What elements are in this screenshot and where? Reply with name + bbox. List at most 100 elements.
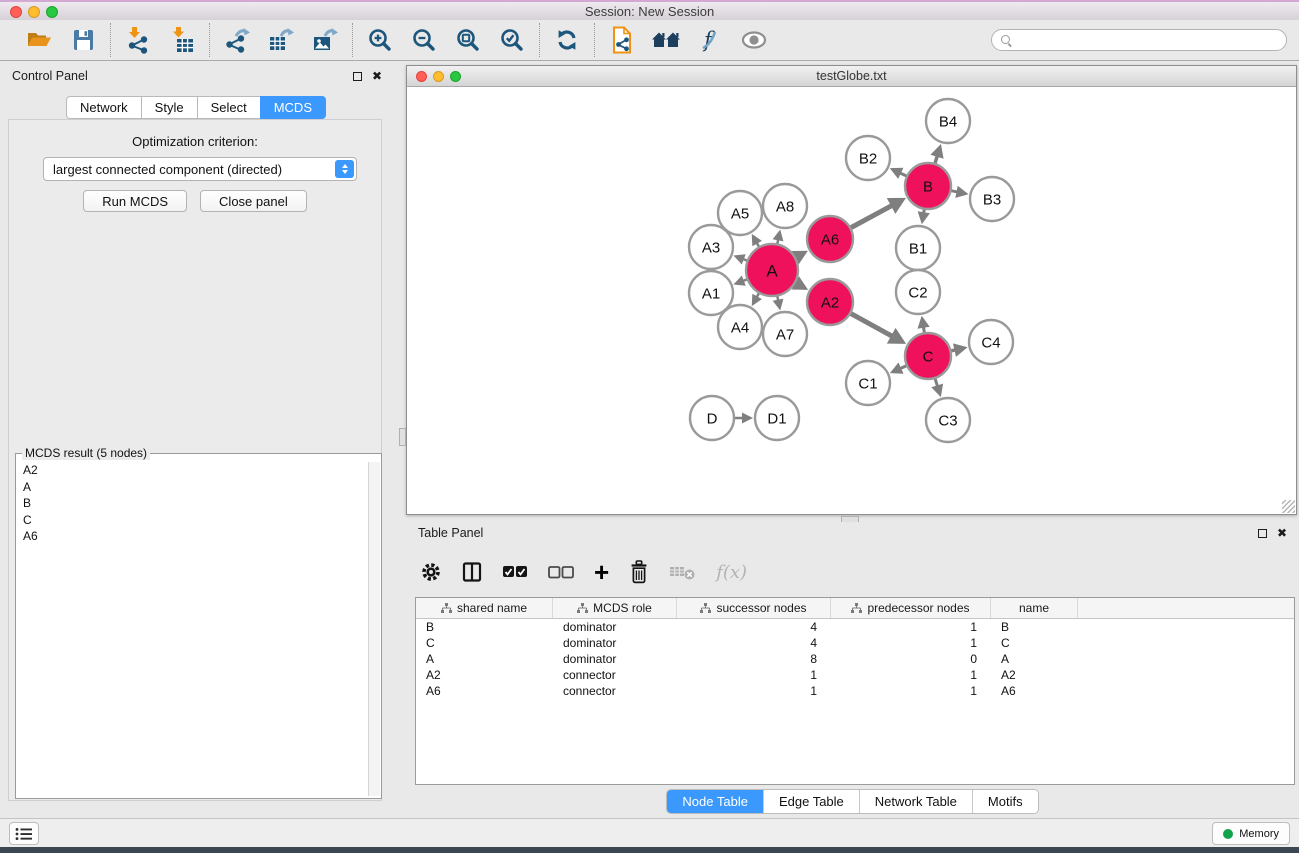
tab-edge-table[interactable]: Edge Table <box>764 790 860 813</box>
import-table-button[interactable] <box>167 25 197 55</box>
import-network-button[interactable] <box>123 25 153 55</box>
cell: A2 <box>416 667 553 683</box>
network-maximize-icon[interactable] <box>450 71 461 82</box>
table-panel-header: Table Panel ✖ <box>418 526 1287 540</box>
cell: A6 <box>991 683 1078 699</box>
double-home-button[interactable] <box>651 25 681 55</box>
delete-row-button[interactable] <box>629 560 649 584</box>
memory-button[interactable]: Memory <box>1212 822 1290 845</box>
mcds-result-list: A2ABCA6 <box>18 462 368 796</box>
table-row-b[interactable]: Bdominator41B <box>416 619 1294 635</box>
hide-graphics-details-button[interactable]: f <box>695 25 725 55</box>
edge-arrowhead <box>742 413 753 424</box>
tab-network[interactable]: Network <box>66 96 141 119</box>
cell: 4 <box>677 635 831 651</box>
export-table-icon <box>268 27 295 53</box>
node-label-B3: B3 <box>983 192 1001 209</box>
export-table-button[interactable] <box>266 25 296 55</box>
desktop-background-strip <box>0 847 1299 853</box>
refresh-button[interactable] <box>552 25 582 55</box>
column-header-name[interactable]: name <box>991 598 1078 618</box>
minimize-window-icon[interactable] <box>28 6 40 18</box>
function-builder-button[interactable]: f(x) <box>716 562 747 583</box>
birdseye-handle-left[interactable] <box>399 428 406 446</box>
result-list-scrollbar[interactable] <box>368 462 380 796</box>
table-header-row: shared nameMCDS rolesuccessor nodesprede… <box>416 598 1294 619</box>
select-all-button[interactable] <box>502 565 528 579</box>
show-hide-button[interactable] <box>739 25 769 55</box>
column-layout-button[interactable] <box>462 562 482 582</box>
network-document-button[interactable] <box>607 25 637 55</box>
zoom-out-button[interactable] <box>409 25 439 55</box>
task-history-button[interactable] <box>9 822 39 845</box>
tab-motifs[interactable]: Motifs <box>973 790 1038 813</box>
float-panel-icon[interactable] <box>353 72 362 81</box>
node-label-D: D <box>707 411 718 428</box>
result-item-a6[interactable]: A6 <box>18 528 368 545</box>
graph-edge-A6-B[interactable] <box>848 205 892 229</box>
tab-style[interactable]: Style <box>141 96 197 119</box>
node-label-A1: A1 <box>702 286 720 303</box>
result-item-a2[interactable]: A2 <box>18 462 368 479</box>
edge-arrowhead <box>918 211 930 224</box>
column-header-successor-nodes[interactable]: successor nodes <box>677 598 831 618</box>
tab-mcds[interactable]: MCDS <box>260 96 326 119</box>
close-window-icon[interactable] <box>10 6 22 18</box>
search-input[interactable] <box>1017 33 1278 47</box>
zoom-in-button[interactable] <box>365 25 395 55</box>
cell: 1 <box>831 667 991 683</box>
open-session-button[interactable] <box>24 25 54 55</box>
node-label-B: B <box>923 179 933 196</box>
network-traffic-lights <box>416 71 461 82</box>
delete-table-button[interactable] <box>669 563 696 581</box>
network-graph: AA1A2A3A4A5A6A7A8BB1B2B3B4CC1C2C3C4DD1 <box>407 87 1296 514</box>
deselect-all-button[interactable] <box>548 566 574 579</box>
table-row-c[interactable]: Cdominator41C <box>416 635 1294 651</box>
network-window-titlebar[interactable]: testGlobe.txt <box>407 66 1296 87</box>
network-canvas[interactable]: AA1A2A3A4A5A6A7A8BB1B2B3B4CC1C2C3C4DD1 <box>407 87 1296 514</box>
refresh-group <box>540 25 594 55</box>
zoom-fit-button[interactable] <box>453 25 483 55</box>
node-label-A8: A8 <box>776 199 794 216</box>
float-table-panel-icon[interactable] <box>1258 529 1267 538</box>
close-panel-button[interactable]: Close panel <box>200 190 307 212</box>
tab-network-table[interactable]: Network Table <box>860 790 973 813</box>
graph-edge-A2-C[interactable] <box>848 312 893 337</box>
result-item-c[interactable]: C <box>18 512 368 529</box>
result-item-a[interactable]: A <box>18 479 368 496</box>
table-row-a2[interactable]: A2connector11A2 <box>416 667 1294 683</box>
close-panel-icon[interactable]: ✖ <box>372 70 382 82</box>
open-folder-icon <box>26 28 52 52</box>
maximize-window-icon[interactable] <box>46 6 58 18</box>
window-resize-grip[interactable] <box>1282 500 1295 513</box>
import-group <box>111 25 209 55</box>
save-session-button[interactable] <box>68 25 98 55</box>
table-row-a6[interactable]: A6connector11A6 <box>416 683 1294 699</box>
column-header-mcds-role[interactable]: MCDS role <box>553 598 677 618</box>
cell: C <box>991 635 1078 651</box>
search-box[interactable] <box>991 29 1287 51</box>
table-body: Bdominator41BCdominator41CAdominator80AA… <box>416 619 1294 699</box>
cell: 0 <box>831 651 991 667</box>
close-table-panel-icon[interactable]: ✖ <box>1277 527 1287 539</box>
table-row-a[interactable]: Adominator80A <box>416 651 1294 667</box>
node-label-A5: A5 <box>731 206 749 223</box>
network-minimize-icon[interactable] <box>433 71 444 82</box>
zoom-out-icon <box>412 28 436 52</box>
export-image-button[interactable] <box>310 25 340 55</box>
result-item-b[interactable]: B <box>18 495 368 512</box>
network-close-icon[interactable] <box>416 71 427 82</box>
zoom-selected-button[interactable] <box>497 25 527 55</box>
edge-arrowhead <box>931 384 943 397</box>
table-settings-button[interactable] <box>420 561 442 583</box>
column-header-predecessor-nodes[interactable]: predecessor nodes <box>831 598 991 618</box>
run-mcds-button[interactable]: Run MCDS <box>83 190 187 212</box>
tab-node-table[interactable]: Node Table <box>667 790 764 813</box>
column-header-shared-name[interactable]: shared name <box>416 598 553 618</box>
export-network-button[interactable] <box>222 25 252 55</box>
add-row-button[interactable]: + <box>594 562 609 582</box>
tab-select[interactable]: Select <box>197 96 260 119</box>
network-window-title: testGlobe.txt <box>816 69 886 83</box>
criterion-dropdown[interactable]: largest connected component (directed) <box>43 157 357 181</box>
trash-icon <box>629 560 649 584</box>
